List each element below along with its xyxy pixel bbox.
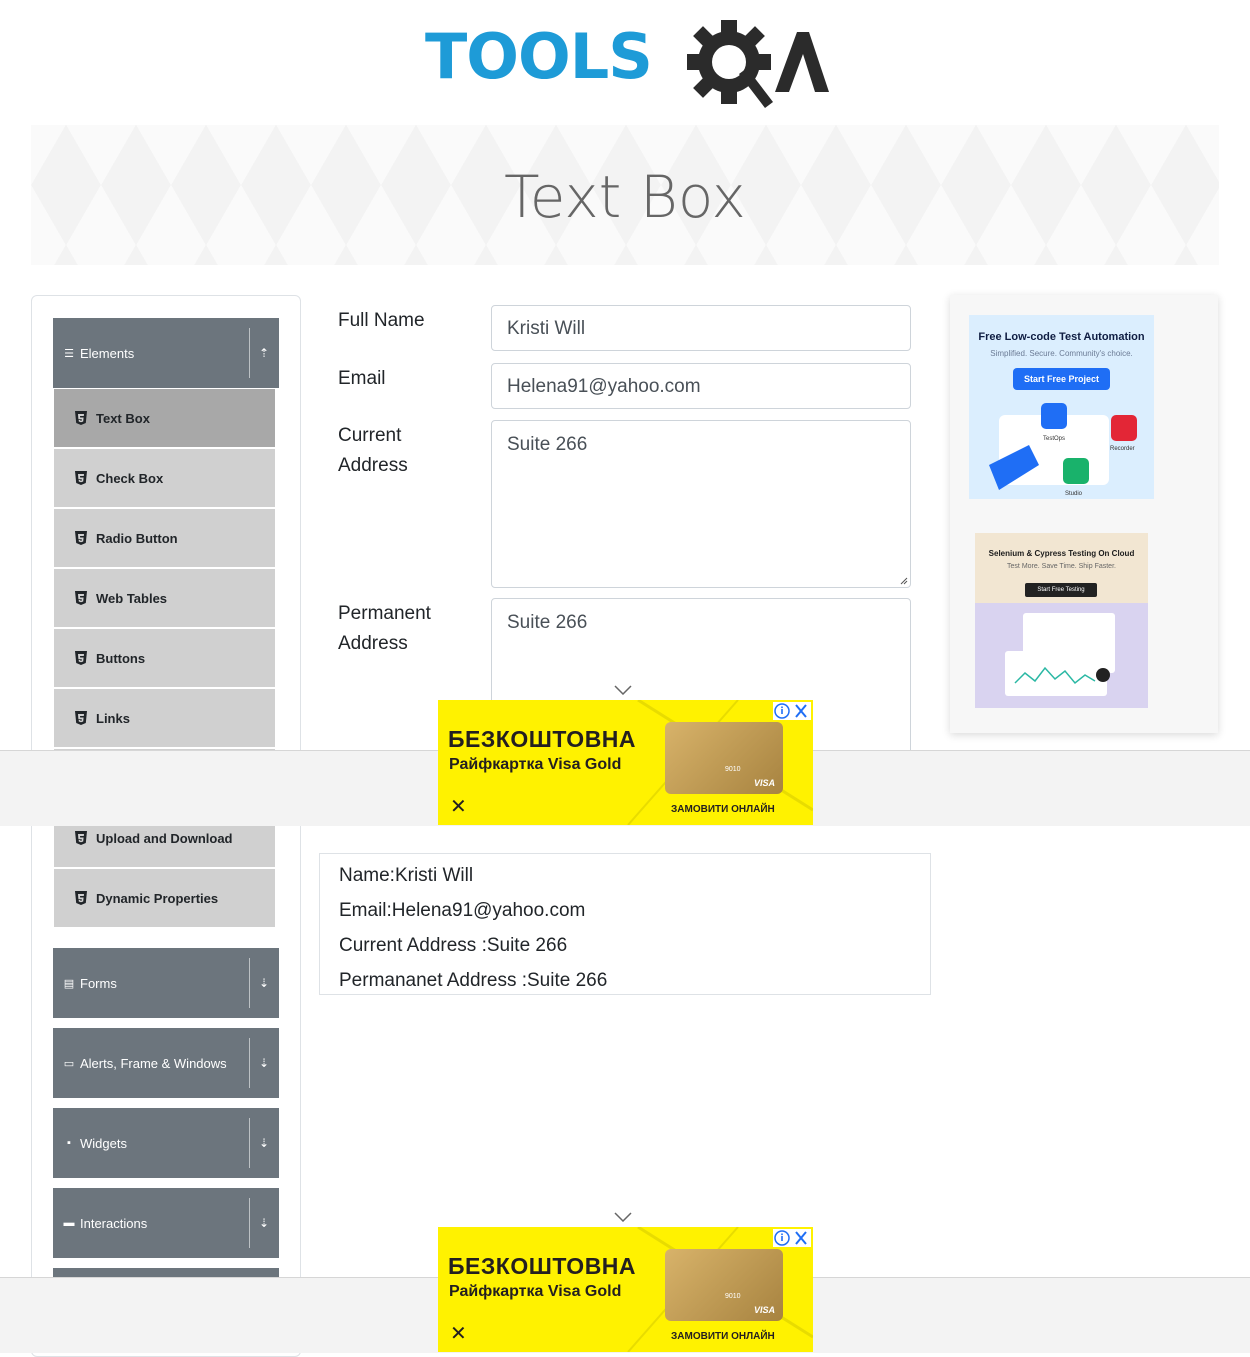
html5-icon	[75, 531, 87, 545]
grid-icon: ▪	[67, 1137, 71, 1149]
sidebar: ☰ Elements ⇡ Text Box Check Box Radio Bu…	[31, 295, 301, 1357]
card-brand: VISA	[753, 778, 775, 788]
sidebar-item-dynamic-properties[interactable]: Dynamic Properties	[54, 869, 275, 929]
html5-icon	[75, 471, 87, 485]
divider	[249, 1118, 250, 1168]
sidebar-item-label: Web Tables	[96, 590, 168, 606]
html5-icon	[75, 411, 87, 425]
card-number: 9010	[725, 766, 741, 773]
sidebar-group-widgets[interactable]: ▪ Widgets ⇣	[53, 1108, 279, 1178]
adchoices-close-icon[interactable]	[773, 702, 811, 720]
page-title: Text Box	[504, 163, 746, 231]
textarea-value: Suite 266	[507, 434, 588, 455]
adchoices-close-icon[interactable]	[773, 1229, 811, 1247]
label-line: Permanent	[338, 603, 431, 624]
resize-handle-icon[interactable]	[898, 575, 908, 585]
html5-icon	[75, 831, 87, 845]
sidebar-item-label: Dynamic Properties	[96, 890, 219, 906]
sidebar-item-label: Upload and Download	[96, 830, 233, 846]
chevron-down-icon[interactable]	[614, 1212, 632, 1222]
sidebar-item-text-box[interactable]: Text Box	[54, 389, 275, 449]
chevron-down-icon[interactable]	[614, 685, 632, 695]
divider	[249, 1198, 250, 1248]
collapse-up-icon[interactable]: ⇡	[257, 346, 271, 360]
sidebar-group-interactions[interactable]: ▬ Interactions ⇣	[53, 1188, 279, 1258]
ad-subline: Райфкартка Visa Gold	[449, 1283, 622, 1300]
logo-text: TOOLS	[425, 20, 653, 93]
expand-down-icon[interactable]: ⇣	[257, 1056, 271, 1070]
full-name-input[interactable]: Kristi Will	[491, 305, 911, 351]
html5-icon	[75, 591, 87, 605]
email-input[interactable]: Helena91@yahoo.com	[491, 363, 911, 409]
ad-label-recorder: Recorder	[1110, 446, 1135, 452]
sidebar-item-buttons[interactable]: Buttons	[54, 629, 275, 689]
form-icon: ▤	[63, 977, 75, 990]
katalon-ad[interactable]: Free Low-code Test Automation Simplified…	[969, 315, 1154, 499]
ad-headline: БЕЗКОШТОВНА	[448, 726, 637, 752]
ad-controls	[773, 1229, 811, 1247]
sidebar-item-radio-button[interactable]: Radio Button	[54, 509, 275, 569]
raiffeisen-ad[interactable]: БЕЗКОШТОВНА Райфкартка Visa Gold 9010 VI…	[438, 1227, 813, 1352]
ad-controls	[773, 702, 811, 720]
current-address-textarea[interactable]: Suite 266	[491, 420, 911, 588]
current-address-label: Current Address	[338, 421, 408, 481]
label-line: Address	[338, 633, 408, 654]
toolsqa-logo[interactable]: TOOLS	[425, 18, 830, 113]
divider	[249, 1038, 250, 1088]
html5-icon	[75, 651, 87, 665]
page-banner: Text Box	[31, 125, 1219, 265]
output-panel: Name:Kristi Will Email:Helena91@yahoo.co…	[319, 853, 931, 995]
output-current-address: Current Address :Suite 266	[339, 935, 568, 956]
divider	[249, 958, 250, 1008]
email-label: Email	[338, 368, 386, 389]
output-email: Email:Helena91@yahoo.com	[339, 900, 586, 921]
card-number: 9010	[725, 1293, 741, 1300]
bank-card: 9010 VISA	[665, 722, 783, 794]
html5-icon	[75, 711, 87, 725]
list-icon: ☰	[64, 347, 74, 360]
ad-label-testops: TestOps	[1043, 436, 1065, 442]
sidebar-item-label: Buttons	[96, 650, 146, 666]
output-permanent-address: Permananet Address :Suite 266	[339, 970, 608, 991]
full-name-label: Full Name	[338, 310, 425, 331]
label-line: Current	[338, 425, 402, 446]
label-line: Address	[338, 455, 408, 476]
lambdatest-ad[interactable]: Selenium & Cypress Testing On Cloud Test…	[975, 533, 1148, 708]
sidebar-item-web-tables[interactable]: Web Tables	[54, 569, 275, 629]
expand-down-icon[interactable]: ⇣	[257, 1136, 271, 1150]
divider	[249, 328, 250, 378]
textarea-value: Suite 266	[507, 612, 588, 633]
ad-subline: Райфкартка Visa Gold	[449, 756, 622, 773]
bank-card: 9010 VISA	[665, 1249, 783, 1321]
window-icon: ▭	[63, 1057, 75, 1070]
output-name: Name:Kristi Will	[339, 865, 474, 886]
right-ad-column: Free Low-code Test Automation Simplified…	[950, 295, 1218, 733]
ad-dashboard-illustration	[975, 603, 1148, 708]
sidebar-item-label: Text Box	[96, 410, 150, 426]
sidebar-group-forms[interactable]: ▤ Forms ⇣	[53, 948, 279, 1018]
ad-cta: ЗАМОВИТИ ОНЛАЙН	[671, 1331, 775, 1342]
sidebar-group-alerts[interactable]: ▭ Alerts, Frame & Windows ⇣	[53, 1028, 279, 1098]
raiffeisen-logo-icon: ✕	[450, 1323, 467, 1345]
sidebar-item-label: Links	[96, 710, 130, 726]
sidebar-item-links[interactable]: Links	[54, 689, 275, 749]
raiffeisen-ad[interactable]: БЕЗКОШТОВНА Райфкартка Visa Gold 9010 VI…	[438, 700, 813, 825]
ad-illustration: TestOps Recorder Studio	[989, 403, 1137, 497]
interaction-icon: ▬	[63, 1217, 75, 1229]
logo-gear-icon	[687, 20, 829, 108]
expand-down-icon[interactable]: ⇣	[257, 976, 271, 990]
sidebar-item-label: Radio Button	[96, 530, 178, 546]
permanent-address-label: Permanent Address	[338, 599, 431, 659]
html5-icon	[75, 891, 87, 905]
ad-headline: БЕЗКОШТОВНА	[448, 1253, 637, 1279]
card-brand: VISA	[753, 1305, 775, 1315]
sidebar-group-elements[interactable]: ☰ Elements ⇡	[53, 318, 279, 388]
expand-down-icon[interactable]: ⇣	[257, 1216, 271, 1230]
ad-label-studio: Studio	[1065, 491, 1083, 497]
sidebar-item-check-box[interactable]: Check Box	[54, 449, 275, 509]
sidebar-item-label: Check Box	[96, 470, 164, 486]
ad-cta: ЗАМОВИТИ ОНЛАЙН	[671, 804, 775, 815]
raiffeisen-logo-icon: ✕	[450, 796, 467, 818]
